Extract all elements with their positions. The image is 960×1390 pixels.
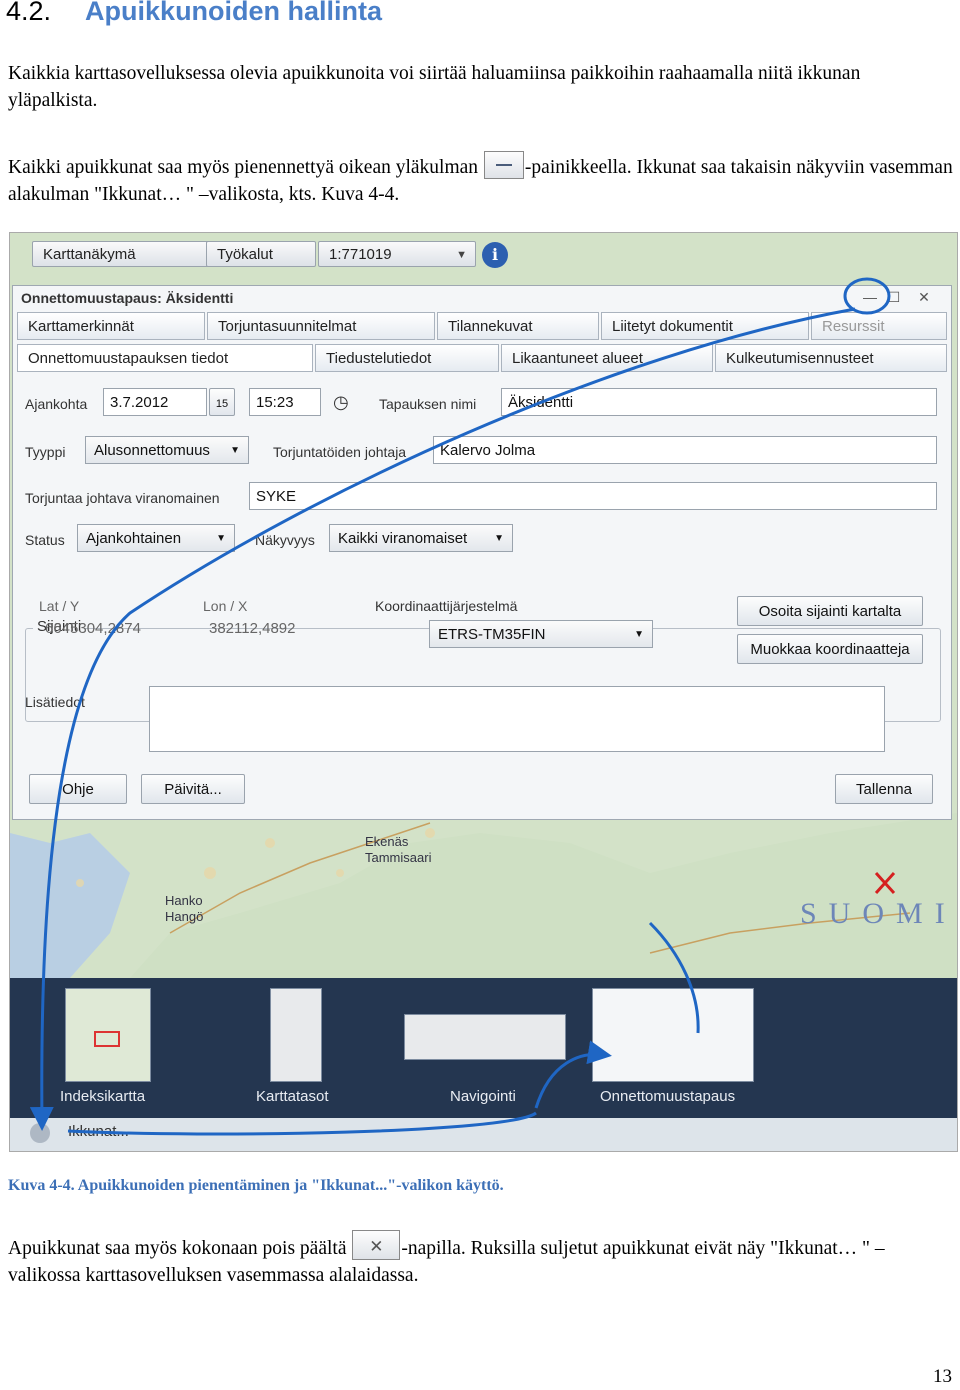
paragraph-2-before: Kaikki apuikkunat saa myös pienennettyä … xyxy=(8,157,479,178)
section-number: 4.2. xyxy=(6,0,52,26)
application-screenshot: Hanko Hangö Ekenäs Tammisaari SUOMI Kart… xyxy=(9,232,958,1152)
minimize-highlight xyxy=(843,277,891,315)
arrow-to-incident-thumbnail xyxy=(534,1040,612,1109)
arrow-from-windows-menu xyxy=(67,1111,537,1136)
annotation-arrows xyxy=(29,277,891,1136)
close-icon: ✕ xyxy=(352,1230,401,1260)
figure-caption: Kuva 4-4. Apuikkunoiden pienentäminen ja… xyxy=(8,1177,504,1194)
section-heading: 4.2. Apuikkunoiden hallinta xyxy=(6,0,382,27)
section-title: Apuikkunoiden hallinta xyxy=(85,0,383,26)
paragraph-3-before: Apuikkunat saa myös kokonaan pois päältä xyxy=(8,1238,347,1259)
arrow-to-windows-menu xyxy=(29,307,856,1131)
arrow-decoration xyxy=(648,921,700,1034)
paragraph-3: Apuikkunat saa myös kokonaan pois päältä… xyxy=(8,1230,953,1289)
page-number: 13 xyxy=(933,1366,952,1387)
paragraph-2: Kaikki apuikkunat saa myös pienennettyä … xyxy=(8,151,953,208)
paragraph-1: Kaikkia karttasovelluksessa olevia apuik… xyxy=(8,63,861,111)
minimize-icon xyxy=(483,151,524,179)
